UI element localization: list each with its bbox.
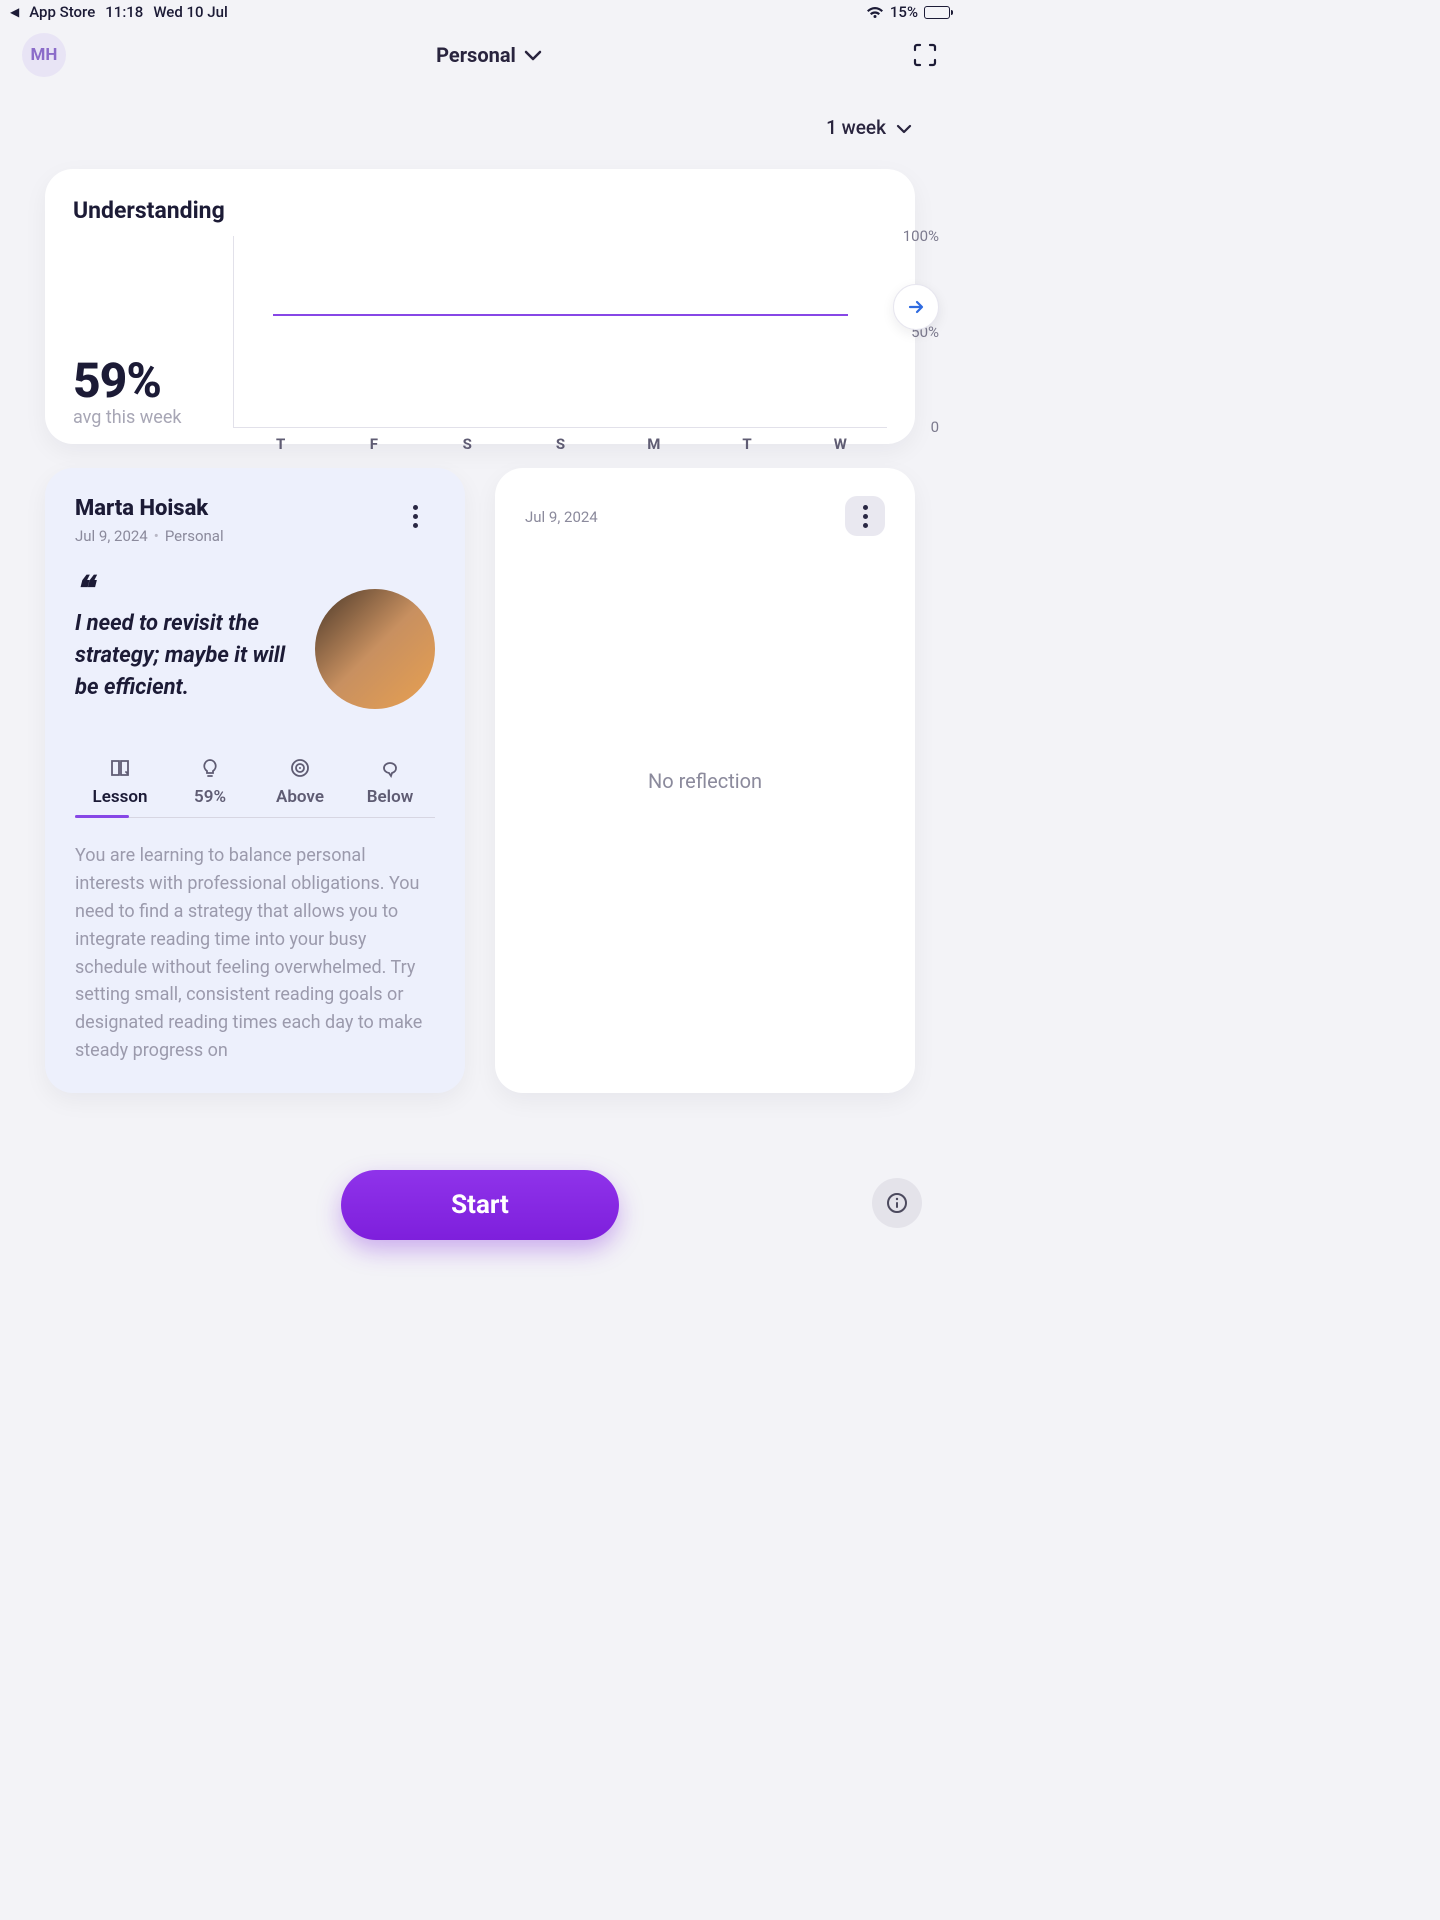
- wifi-icon: [866, 5, 884, 19]
- kebab-icon: [863, 505, 868, 528]
- x-tick: W: [794, 435, 887, 453]
- quote-mark-icon: ❝: [75, 581, 299, 598]
- tab-above[interactable]: Above: [255, 757, 345, 817]
- x-tick: T: [700, 435, 793, 453]
- y-tick: 0: [931, 418, 939, 436]
- understanding-chart-card: Understanding 59% avg this week 100% 50%…: [45, 169, 915, 444]
- chart-average-subtitle: avg this week: [73, 407, 233, 428]
- reflection-photo: [315, 589, 435, 709]
- book-icon: [109, 757, 131, 779]
- scan-icon[interactable]: [912, 42, 938, 68]
- status-time: 11:18: [105, 3, 143, 21]
- x-tick: T: [234, 435, 327, 453]
- brain-icon: [379, 757, 401, 779]
- scope-filter-label: Personal: [436, 43, 516, 67]
- chart-line: [273, 314, 848, 316]
- kebab-icon: [413, 505, 418, 528]
- status-date: Wed 10 Jul: [153, 3, 227, 21]
- chevron-down-icon: [896, 116, 912, 139]
- tab-percentage[interactable]: 59%: [165, 757, 255, 817]
- more-options-button[interactable]: [845, 496, 885, 536]
- back-to-app-icon[interactable]: ◀: [10, 5, 19, 19]
- tab-lesson[interactable]: Lesson: [75, 757, 165, 817]
- start-button[interactable]: Start: [341, 1170, 619, 1240]
- status-bar: ◀ App Store 11:18 Wed 10 Jul 15%: [0, 0, 960, 24]
- timerange-label: 1 week: [826, 116, 886, 139]
- battery-icon: [924, 6, 950, 19]
- chart-next-button[interactable]: [893, 284, 939, 330]
- reflection-quote: ❝ I need to revisit the strategy; maybe …: [75, 581, 299, 704]
- reflection-tabs: Lesson 59% Above Below: [75, 757, 435, 818]
- app-header: MH Personal: [0, 24, 960, 86]
- x-tick: S: [421, 435, 514, 453]
- chart-average-value: 59%: [73, 352, 233, 409]
- no-reflection-placeholder: No reflection: [495, 769, 915, 793]
- back-app-label[interactable]: App Store: [29, 3, 95, 21]
- reflection-card: Marta Hoisak Jul 9, 2024•Personal ❝ I ne…: [45, 468, 465, 1093]
- x-tick: F: [327, 435, 420, 453]
- x-tick: S: [514, 435, 607, 453]
- more-options-button[interactable]: [395, 496, 435, 536]
- reflection-date: Jul 9, 2024: [525, 508, 598, 526]
- info-button[interactable]: [872, 1178, 922, 1228]
- chevron-down-icon: [524, 43, 542, 67]
- lesson-text: You are learning to balance personal int…: [75, 842, 435, 1065]
- reflection-card-empty: Jul 9, 2024 No reflection: [495, 468, 915, 1093]
- reflection-author: Marta Hoisak: [75, 496, 224, 521]
- y-tick: 100%: [903, 227, 939, 245]
- timerange-selector[interactable]: 1 week: [826, 116, 912, 139]
- x-tick: M: [607, 435, 700, 453]
- info-icon: [886, 1192, 908, 1214]
- avatar[interactable]: MH: [22, 33, 66, 77]
- chart-title: Understanding: [73, 197, 887, 224]
- tab-below[interactable]: Below: [345, 757, 435, 817]
- chart-plot: 100% 50% 0 TFSSMTW: [233, 236, 887, 428]
- target-icon: [289, 757, 311, 779]
- scope-filter[interactable]: Personal: [436, 43, 542, 67]
- battery-percent: 15%: [890, 3, 918, 21]
- reflection-meta: Jul 9, 2024•Personal: [75, 527, 224, 545]
- lightbulb-icon: [199, 757, 221, 779]
